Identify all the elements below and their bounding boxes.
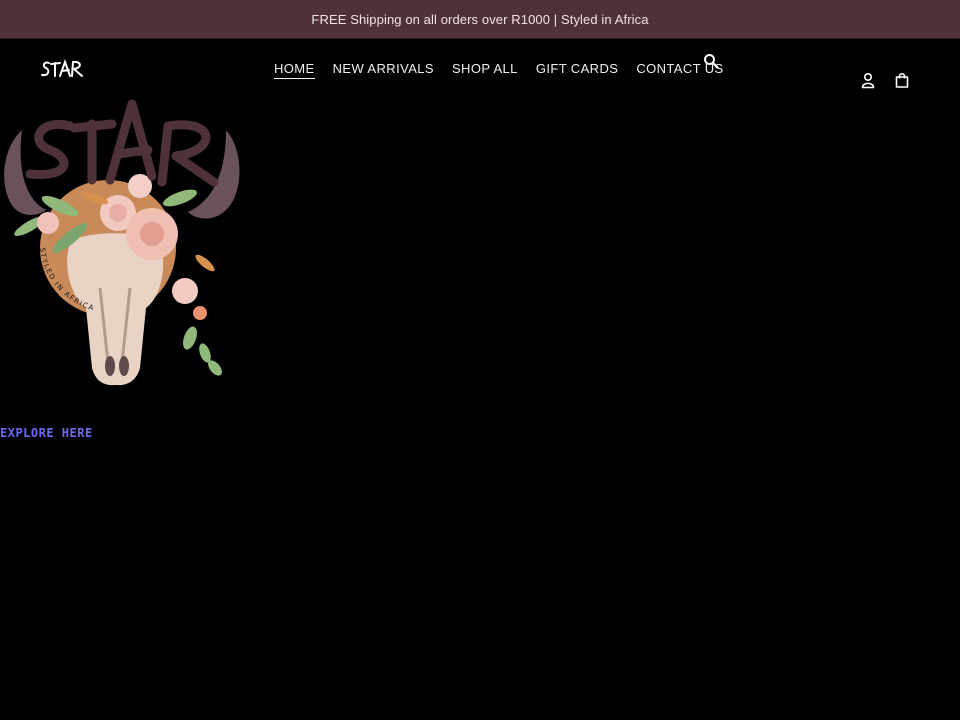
nav-shop-all[interactable]: SHOP ALL [452, 61, 518, 79]
header-logo[interactable] [40, 58, 86, 80]
announcement-text: FREE Shipping on all orders over R1000 |… [311, 11, 649, 27]
nav-home[interactable]: HOME [274, 61, 315, 79]
announcement-bar: FREE Shipping on all orders over R1000 |… [0, 0, 960, 39]
main-nav: HOME NEW ARRIVALS SHOP ALL GIFT CARDS CO… [274, 61, 742, 79]
account-icon[interactable] [860, 72, 876, 89]
hero-logo-illustration: STYLED IN AFRICA [4, 99, 240, 386]
nav-gift-cards[interactable]: GIFT CARDS [536, 61, 619, 79]
nav-new-arrivals[interactable]: NEW ARRIVALS [333, 61, 434, 79]
explore-here-link[interactable]: EXPLORE HERE [0, 426, 93, 440]
search-icon[interactable] [703, 53, 719, 69]
star-title [25, 99, 219, 187]
cart-icon[interactable] [894, 72, 910, 88]
